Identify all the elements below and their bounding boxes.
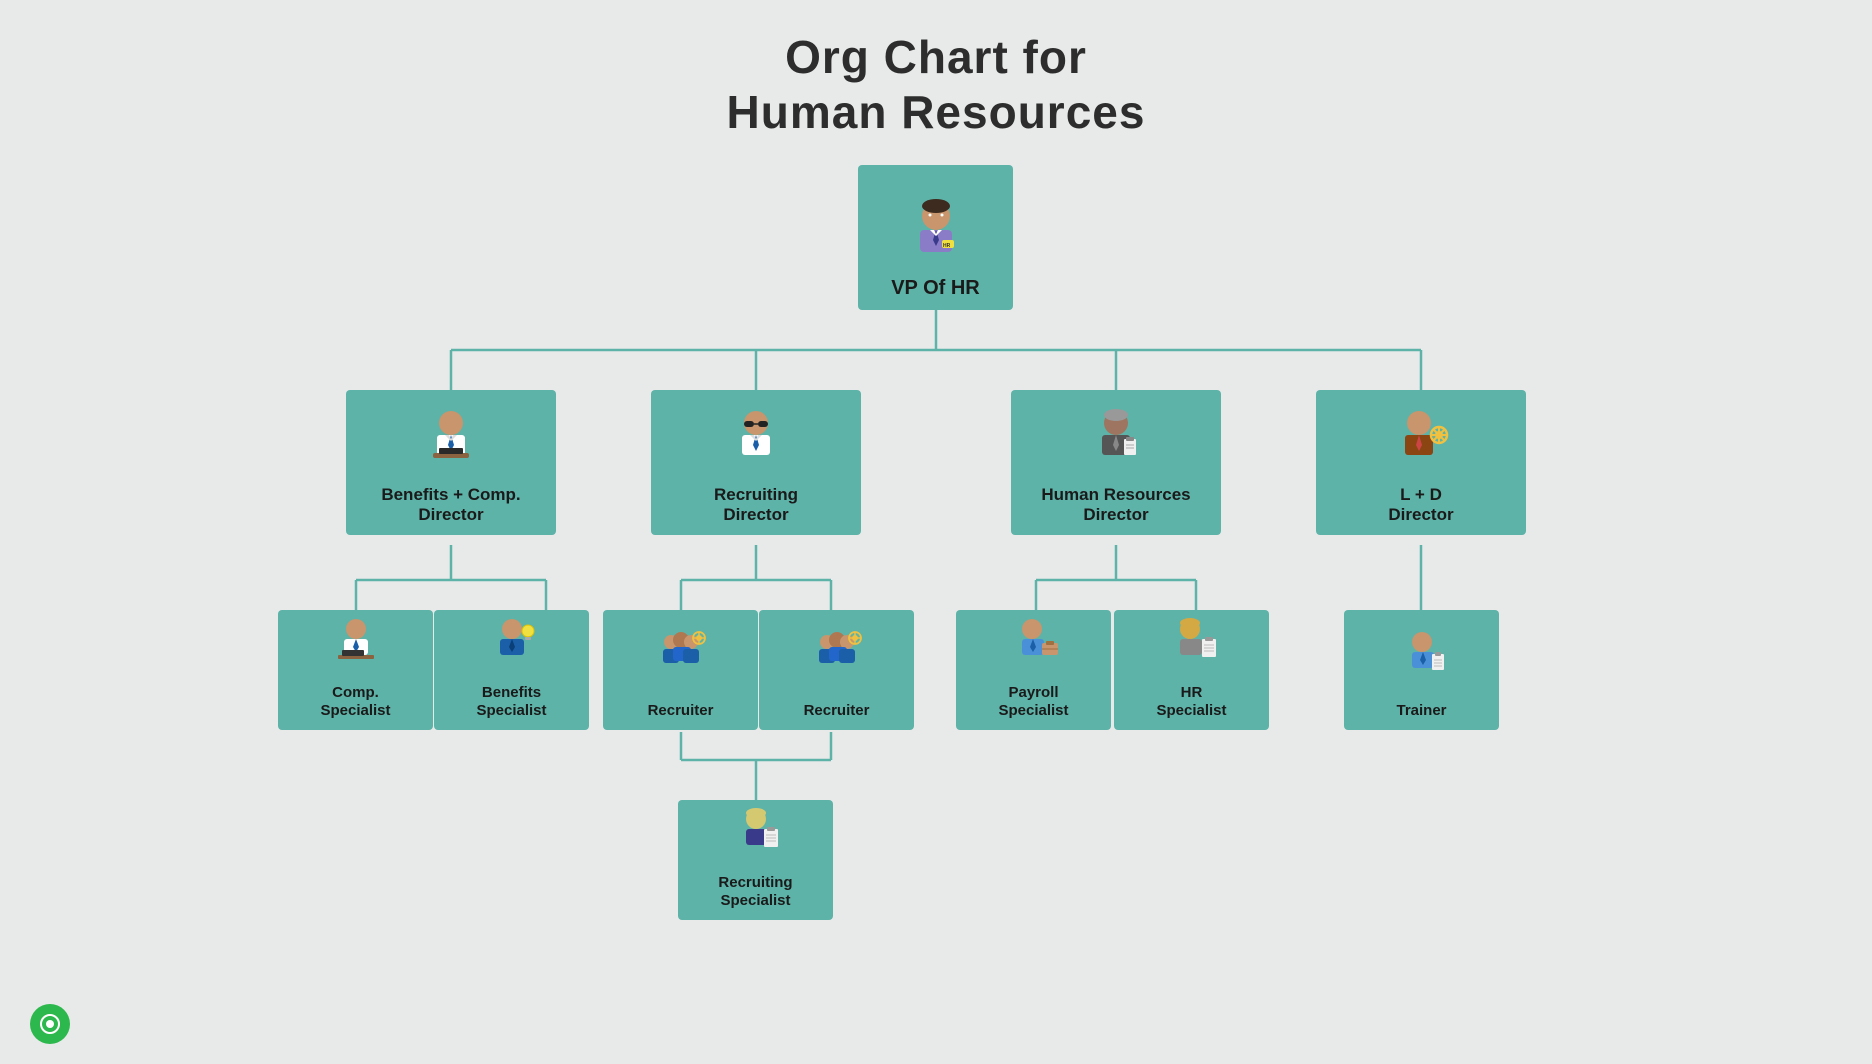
spec4-node: Recruiter — [759, 610, 914, 730]
dir3-icon — [1076, 401, 1156, 481]
svg-text:HR: HR — [943, 243, 951, 249]
spec2-node: Benefits Specialist — [434, 610, 589, 730]
spec7-label: Trainer — [1396, 702, 1446, 720]
dir3-label: Human Resources Director — [1041, 485, 1190, 526]
dir4-label: L + D Director — [1388, 485, 1453, 526]
dir1-icon — [411, 401, 491, 481]
spec1-icon — [316, 610, 396, 680]
spec3-label: Recruiter — [648, 702, 714, 720]
spec8-label: Recruiting Specialist — [718, 874, 792, 910]
dir4-node: L + D Director — [1316, 390, 1526, 535]
spec2-icon — [472, 610, 552, 680]
spec6-icon — [1152, 610, 1232, 680]
spec3-node: Recruiter — [603, 610, 758, 730]
dir1-node: Benefits + Comp. Director — [346, 390, 556, 535]
dir1-label: Benefits + Comp. Director — [381, 485, 520, 526]
spec1-node: Comp. Specialist — [278, 610, 433, 730]
spec3-icon — [641, 618, 721, 698]
spec4-icon — [797, 618, 877, 698]
spec5-label: Payroll Specialist — [998, 684, 1068, 720]
bottom-icon[interactable] — [30, 1004, 70, 1044]
spec6-node: HR Specialist — [1114, 610, 1269, 730]
dir2-label: Recruiting Director — [714, 485, 798, 526]
dir3-node: Human Resources Director — [1011, 390, 1221, 535]
spec8-node: Recruiting Specialist — [678, 800, 833, 920]
spec5-icon — [994, 610, 1074, 680]
title-line1: Org Chart for — [727, 30, 1146, 85]
spec7-icon — [1382, 618, 1462, 698]
vp-node: HR VP Of HR — [858, 165, 1013, 310]
dir4-icon — [1381, 401, 1461, 481]
vp-label: VP Of HR — [891, 276, 980, 300]
spec5-node: Payroll Specialist — [956, 610, 1111, 730]
title-line2: Human Resources — [727, 85, 1146, 140]
vp-icon: HR — [896, 192, 976, 272]
spec1-label: Comp. Specialist — [320, 684, 390, 720]
page-title: Org Chart for Human Resources — [727, 30, 1146, 140]
spec6-label: HR Specialist — [1156, 684, 1226, 720]
spec2-label: Benefits Specialist — [476, 684, 546, 720]
spec8-icon — [716, 800, 796, 870]
dir2-icon — [716, 401, 796, 481]
spec7-node: Trainer — [1344, 610, 1499, 730]
spec4-label: Recruiter — [804, 702, 870, 720]
dir2-node: Recruiting Director — [651, 390, 861, 535]
